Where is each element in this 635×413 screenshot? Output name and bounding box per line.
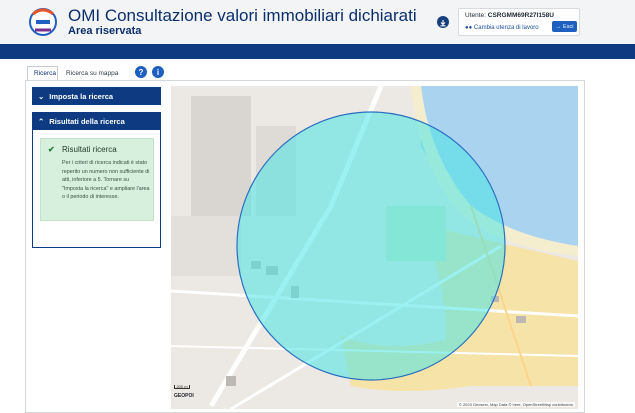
map-view[interactable]: 200 m GEOPOI © 2023 Geoserv, Map Data © … <box>171 86 578 409</box>
tab-ricerca-mappa[interactable]: Ricerca su mappa <box>60 66 120 80</box>
info-icon[interactable]: i <box>152 66 164 78</box>
app-subtitle: Area riservata <box>68 25 142 37</box>
checkmark-icon: ✔ <box>48 145 55 154</box>
map-scale: 200 m <box>174 385 190 389</box>
change-user-link[interactable]: ●● Cambia utenza di lavoro <box>465 25 539 31</box>
imposta-ricerca-header[interactable]: ⌄ Imposta la ricerca <box>32 87 161 105</box>
imposta-ricerca-label: Imposta la ricerca <box>49 91 114 101</box>
help-icon[interactable]: ? <box>135 66 147 78</box>
user-info: Utente: CSRGMM69R27I158U <box>465 12 554 19</box>
alert-text: Per i criteri di ricerca indicati è stat… <box>62 160 150 201</box>
map-canvas <box>171 86 578 409</box>
logout-icon: → <box>555 23 562 30</box>
geopoi-logo: GEOPOI <box>174 393 194 399</box>
users-icon: ●● <box>465 25 473 31</box>
chevron-down-icon: ⌄ <box>38 91 45 101</box>
risultati-ricerca-header[interactable]: ⌃ Risultati della ricerca <box>32 112 161 130</box>
results-alert: ✔ Risultati ricerca Per i criteri di ric… <box>40 138 154 221</box>
alert-title: Risultati ricerca <box>62 145 117 154</box>
user-panel: Utente: CSRGMM69R27I158U ●● Cambia utenz… <box>458 8 580 36</box>
nav-band <box>0 44 635 59</box>
results-panel: ✔ Risultati ricerca Per i criteri di ric… <box>32 130 161 248</box>
download-icon[interactable] <box>437 16 449 28</box>
app-title: OMI Consultazione valori immobiliari dic… <box>68 6 417 25</box>
app-header: OMI Consultazione valori immobiliari dic… <box>0 0 635 44</box>
exit-button[interactable]: → Esci <box>552 21 577 32</box>
user-label: Utente: <box>465 12 486 19</box>
user-code: CSRGMM69R27I158U <box>487 12 554 19</box>
map-attribution: © 2023 Geoserv, Map Data © here, OpenStr… <box>456 402 575 407</box>
agenzia-entrate-logo <box>29 8 57 36</box>
exit-label: Esci <box>563 23 574 30</box>
tab-ricerca[interactable]: Ricerca <box>27 66 58 80</box>
chevron-up-icon: ⌃ <box>38 116 45 126</box>
change-user-label: Cambia utenza di lavoro <box>473 25 539 31</box>
risultati-ricerca-label: Risultati della ricerca <box>49 116 125 126</box>
